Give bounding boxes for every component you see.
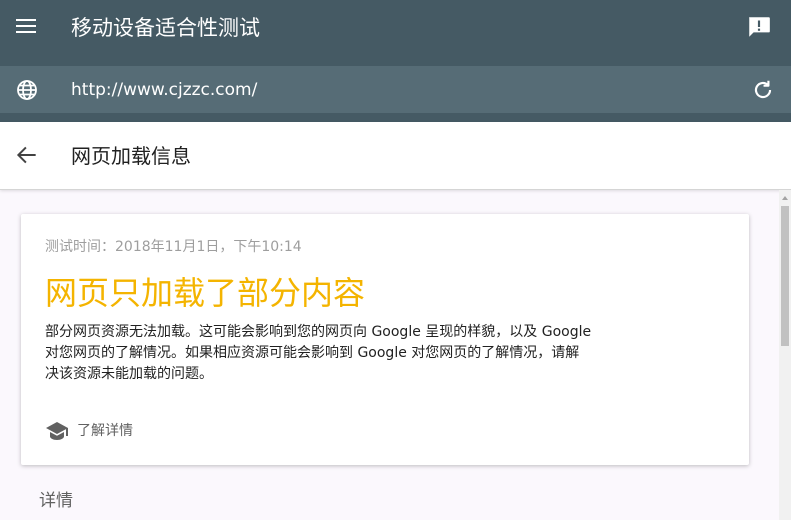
result-description: 部分网页资源无法加载。这可能会影响到您的网页向 Google 呈现的样貌，以及 … — [45, 324, 592, 382]
scroll-up-icon[interactable] — [782, 196, 788, 200]
page-title: 网页加载信息 — [71, 144, 191, 168]
result-headline: 网页只加载了部分内容 — [45, 274, 366, 312]
app-bar-strip — [0, 113, 791, 122]
menu-icon[interactable] — [16, 18, 38, 36]
url-bar: http://www.cjzzc.com/ — [0, 66, 791, 113]
test-time: 测试时间：2018年11月1日，下午10:14 — [45, 239, 302, 255]
globe-icon — [15, 78, 39, 102]
details-heading: 详情 — [39, 491, 73, 511]
school-cap-icon — [45, 421, 69, 441]
learn-more-label: 了解详情 — [77, 423, 133, 439]
feedback-icon[interactable] — [746, 14, 772, 40]
app-bar: 移动设备适合性测试 — [0, 0, 791, 66]
scrollbar[interactable] — [779, 190, 791, 520]
arrow-back-icon[interactable] — [14, 142, 40, 168]
url-field[interactable]: http://www.cjzzc.com/ — [71, 79, 257, 101]
result-card: 测试时间：2018年11月1日，下午10:14 网页只加载了部分内容 部分网页资… — [21, 214, 749, 465]
scrollbar-thumb[interactable] — [781, 206, 789, 346]
subheader: 网页加载信息 — [0, 122, 791, 190]
reload-icon[interactable] — [750, 77, 776, 103]
app-title: 移动设备适合性测试 — [71, 16, 260, 40]
